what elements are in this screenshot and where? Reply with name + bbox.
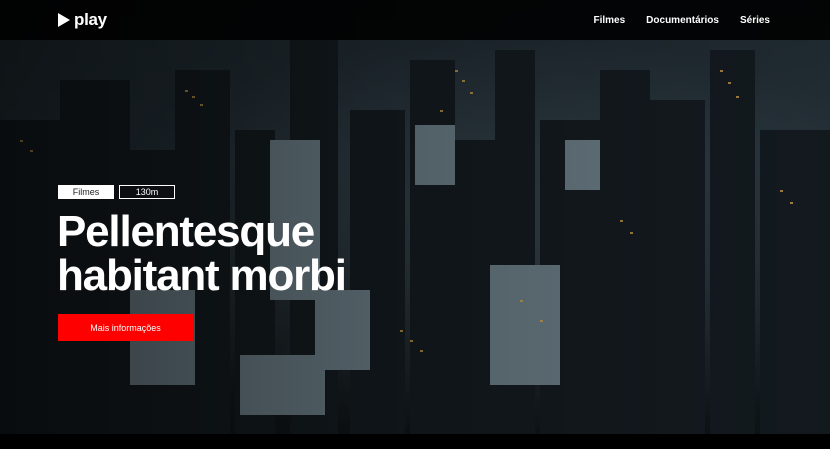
more-info-button[interactable]: Mais informações [58,314,193,341]
hero-title-line-2: habitant morbi [57,251,347,300]
hero-title-line-1: Pellentesque [57,207,315,256]
hero-title: Pellentesque habitant morbi [57,210,477,298]
bottom-strip [0,434,830,449]
category-tag: Filmes [58,185,114,199]
play-triangle-icon [58,13,70,27]
duration-tag: 130m [119,185,175,199]
brand-name: play [74,10,107,29]
brand-logo[interactable]: play [58,10,107,30]
nav-link-filmes[interactable]: Filmes [593,15,625,26]
nav-link-series[interactable]: Séries [740,15,770,26]
nav-link-documentarios[interactable]: Documentários [646,15,719,26]
main-nav: Filmes Documentários Séries [593,0,770,40]
top-navigation-bar: play Filmes Documentários Séries [0,0,830,40]
hero-tags: Filmes 130m [58,185,175,199]
